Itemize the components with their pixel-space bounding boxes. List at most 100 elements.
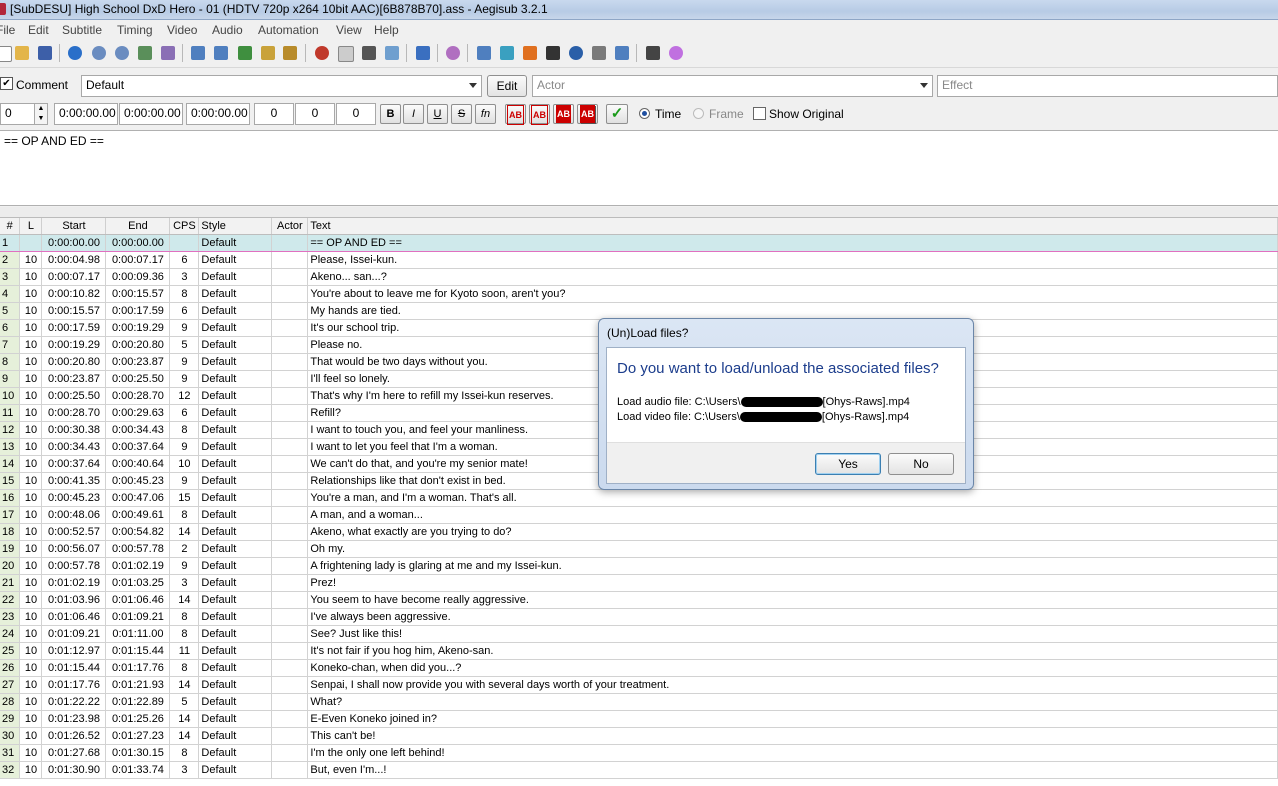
- end-time-field[interactable]: 0:00:00.00: [119, 103, 183, 125]
- menu-view[interactable]: View: [336, 23, 362, 37]
- show-original-checkbox[interactable]: [753, 107, 766, 120]
- font-button[interactable]: fn: [475, 104, 496, 124]
- bold-button[interactable]: B: [380, 104, 401, 124]
- actor-field[interactable]: Actor: [532, 75, 933, 97]
- menu-file[interactable]: File: [0, 23, 15, 37]
- menu-automation[interactable]: Automation: [258, 23, 319, 37]
- menu-subtitle[interactable]: Subtitle: [62, 23, 102, 37]
- replace-icon[interactable]: [281, 44, 299, 62]
- frame-radio[interactable]: [693, 108, 704, 119]
- lua-icon[interactable]: [667, 44, 685, 62]
- no-button[interactable]: No: [888, 453, 954, 475]
- table-row[interactable]: 24 10 0:01:09.21 0:01:11.00 8 Default See? Jus…: [0, 625, 1278, 643]
- table-row[interactable]: 20 10 0:00:57.78 0:01:02.19 9 Default A fright…: [0, 557, 1278, 575]
- table-row[interactable]: 30 10 0:01:26.52 0:01:27.23 14 Default This ca…: [0, 727, 1278, 745]
- row-end: 0:01:33.74: [105, 761, 171, 779]
- table-row[interactable]: 32 10 0:01:30.90 0:01:33.74 3 Default But, eve…: [0, 761, 1278, 779]
- col-actor[interactable]: Actor: [271, 218, 309, 235]
- table-row[interactable]: 27 10 0:01:17.76 0:01:21.93 14 Default Senpai,…: [0, 676, 1278, 694]
- layer-spin-buttons[interactable]: ▲ ▼: [34, 103, 48, 125]
- margin-vertical-field[interactable]: 0: [336, 103, 376, 125]
- time-radio[interactable]: [639, 108, 650, 119]
- table-row[interactable]: 16 10 0:00:45.23 0:00:47.06 15 Default You're …: [0, 489, 1278, 507]
- timing-icon[interactable]: [414, 44, 432, 62]
- strikeout-button[interactable]: S: [451, 104, 472, 124]
- margin-right-field[interactable]: 0: [295, 103, 335, 125]
- primary-color-button[interactable]: AB: [505, 104, 526, 125]
- col-end[interactable]: End: [105, 218, 171, 235]
- outline-color-button[interactable]: AB: [553, 104, 574, 124]
- table-row[interactable]: 2 10 0:00:04.98 0:00:07.17 6 Default Please, I…: [0, 251, 1278, 269]
- table-row[interactable]: 31 10 0:01:27.68 0:01:30.15 8 Default I'm the …: [0, 744, 1278, 762]
- italic-button[interactable]: I: [403, 104, 424, 124]
- row-style: Default: [198, 523, 273, 541]
- menu-edit[interactable]: Edit: [28, 23, 49, 37]
- open-icon[interactable]: [13, 44, 31, 62]
- table-row[interactable]: 19 10 0:00:56.07 0:00:57.78 2 Default Oh my.: [0, 540, 1278, 558]
- zoom-out-icon[interactable]: [113, 44, 131, 62]
- fonts-icon[interactable]: [212, 44, 230, 62]
- comment-checkbox[interactable]: ✔: [0, 77, 13, 90]
- styling-icon[interactable]: [475, 44, 493, 62]
- table-row[interactable]: 18 10 0:00:52.57 0:00:54.82 14 Default Akeno, …: [0, 523, 1278, 541]
- col-text[interactable]: Text: [307, 218, 1278, 235]
- shift-times-icon[interactable]: [360, 44, 378, 62]
- layer-spinner[interactable]: 0: [0, 103, 35, 125]
- menu-help[interactable]: Help: [374, 23, 399, 37]
- properties-icon[interactable]: [159, 44, 177, 62]
- menu-timing[interactable]: Timing: [117, 23, 153, 37]
- table-row[interactable]: 25 10 0:01:12.97 0:01:15.44 11 Default It's no…: [0, 642, 1278, 660]
- subtitle-grid[interactable]: # L Start End CPS Style Actor Text 1 0:00…: [0, 218, 1278, 786]
- yes-button[interactable]: Yes: [815, 453, 881, 475]
- table-row[interactable]: 17 10 0:00:48.06 0:00:49.61 8 Default A man, a…: [0, 506, 1278, 524]
- table-row[interactable]: 4 10 0:00:10.82 0:00:15.57 8 Default You're ab…: [0, 285, 1278, 303]
- subtitle-text-editor[interactable]: == OP AND ED ==: [0, 130, 1278, 206]
- menu-audio[interactable]: Audio: [212, 23, 243, 37]
- zoom-in-icon[interactable]: [90, 44, 108, 62]
- assistant-icon[interactable]: [336, 44, 354, 62]
- style-manager-icon[interactable]: [136, 44, 154, 62]
- table-row[interactable]: 26 10 0:01:15.44 0:01:17.76 8 Default Koneko-c…: [0, 659, 1278, 677]
- table-row[interactable]: 1 0:00:00.00 0:00:00.00 Default == OP AND ED…: [0, 234, 1278, 252]
- tools-icon[interactable]: [644, 44, 662, 62]
- commit-check-icon[interactable]: ✓: [606, 104, 628, 124]
- col-cps[interactable]: CPS: [169, 218, 200, 235]
- col-layer[interactable]: L: [19, 218, 43, 235]
- new-icon[interactable]: [0, 44, 12, 62]
- translation-icon[interactable]: [236, 44, 254, 62]
- col-style[interactable]: Style: [198, 218, 273, 235]
- table-row[interactable]: 21 10 0:01:02.19 0:01:03.25 3 Default Prez!: [0, 574, 1278, 592]
- style-dropdown[interactable]: Default: [81, 75, 482, 97]
- table-row[interactable]: 5 10 0:00:15.57 0:00:17.59 6 Default My hands …: [0, 302, 1278, 320]
- secondary-color-button[interactable]: AB: [529, 104, 550, 125]
- select-icon[interactable]: [498, 44, 516, 62]
- shadow-color-button[interactable]: AB: [577, 104, 598, 124]
- jump-icon[interactable]: [66, 44, 84, 62]
- splitter[interactable]: [0, 207, 1278, 218]
- start-time-field[interactable]: 0:00:00.00: [54, 103, 118, 125]
- check-icon[interactable]: [613, 44, 631, 62]
- col-start[interactable]: Start: [41, 218, 107, 235]
- table-row[interactable]: 23 10 0:01:06.46 0:01:09.21 8 Default I've alw…: [0, 608, 1278, 626]
- col-number[interactable]: #: [0, 218, 21, 235]
- spell-icon[interactable]: [313, 44, 331, 62]
- save-icon[interactable]: [36, 44, 54, 62]
- effect-field[interactable]: Effect: [937, 75, 1278, 97]
- kanji-icon[interactable]: [444, 44, 462, 62]
- underline-button[interactable]: U: [427, 104, 448, 124]
- table-row[interactable]: 3 10 0:00:07.17 0:00:09.36 3 Default Akeno... …: [0, 268, 1278, 286]
- video-icon[interactable]: [521, 44, 539, 62]
- edit-style-button[interactable]: Edit: [487, 75, 527, 97]
- automation-icon[interactable]: [544, 44, 562, 62]
- table-row[interactable]: 29 10 0:01:23.98 0:01:25.26 14 Default E-Even …: [0, 710, 1278, 728]
- table-row[interactable]: 22 10 0:01:03.96 0:01:06.46 14 Default You see…: [0, 591, 1278, 609]
- resample-icon[interactable]: [383, 44, 401, 62]
- options-icon[interactable]: [567, 44, 585, 62]
- attachments-icon[interactable]: [189, 44, 207, 62]
- menu-video[interactable]: Video: [167, 23, 197, 37]
- tags-icon[interactable]: [590, 44, 608, 62]
- duration-field[interactable]: 0:00:00.00: [186, 103, 250, 125]
- find-icon[interactable]: [259, 44, 277, 62]
- margin-left-field[interactable]: 0: [254, 103, 294, 125]
- table-row[interactable]: 28 10 0:01:22.22 0:01:22.89 5 Default What?: [0, 693, 1278, 711]
